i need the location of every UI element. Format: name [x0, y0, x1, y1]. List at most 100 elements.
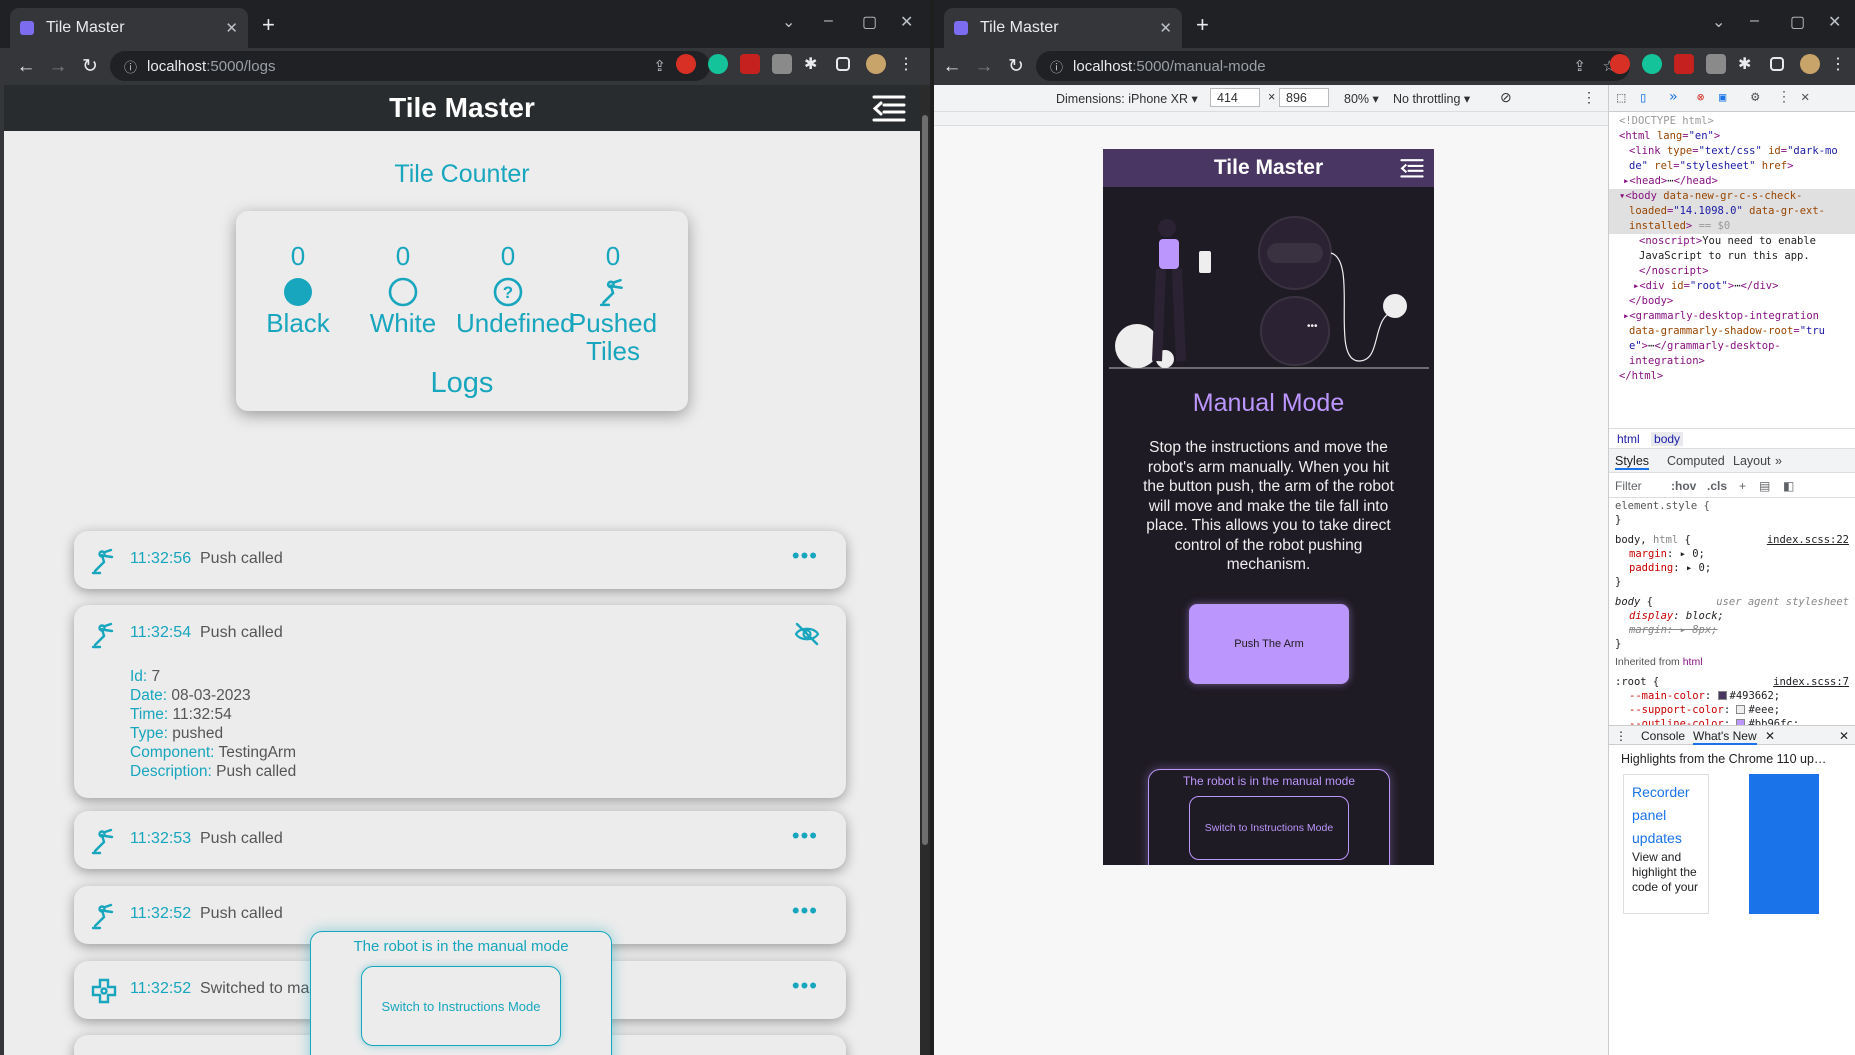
- push-arm-button[interactable]: Push The Arm: [1189, 604, 1349, 684]
- minimize-icon[interactable]: –: [824, 12, 833, 30]
- device-select[interactable]: Dimensions: iPhone XR ▾: [1056, 91, 1198, 106]
- switch-instructions-button[interactable]: Switch to Instructions Mode: [1189, 796, 1349, 860]
- close-tab-icon[interactable]: ✕: [225, 19, 238, 37]
- link-line[interactable]: <link type="text/css" id="dark-mo: [1619, 144, 1855, 159]
- news-link[interactable]: Recorder: [1632, 781, 1700, 804]
- device-menu-icon[interactable]: ⋮: [1582, 89, 1596, 106]
- zoom-select[interactable]: 80% ▾: [1344, 91, 1379, 106]
- menu-icon[interactable]: [1400, 157, 1424, 179]
- more-icon[interactable]: •••: [792, 898, 818, 924]
- tab-whats-new[interactable]: What's New: [1693, 729, 1757, 745]
- extension-icon[interactable]: [1610, 54, 1630, 74]
- tab-layout[interactable]: Layout: [1733, 454, 1771, 468]
- share-icon[interactable]: ⇪: [653, 57, 666, 75]
- cls-toggle[interactable]: .cls: [1707, 479, 1727, 493]
- puzzle-icon[interactable]: ✱: [1738, 54, 1758, 74]
- close-window-icon[interactable]: ✕: [900, 12, 913, 32]
- browser-tab[interactable]: Tile Master ✕: [10, 8, 248, 48]
- paint-icon[interactable]: ▤: [1759, 479, 1770, 493]
- grammarly-icon[interactable]: [1642, 54, 1662, 74]
- news-card[interactable]: Recorder panel updates View and highligh…: [1623, 774, 1709, 914]
- inspect-icon[interactable]: ⬚: [1617, 90, 1625, 106]
- site-info-icon[interactable]: ⓘ: [124, 57, 137, 76]
- maximize-icon[interactable]: ▢: [1790, 12, 1805, 32]
- tab-search-icon[interactable]: ⌄: [1712, 12, 1725, 32]
- scrollbar[interactable]: [920, 85, 930, 1055]
- maximize-icon[interactable]: ▢: [862, 12, 877, 32]
- close-drawer-icon[interactable]: ✕: [1839, 729, 1849, 743]
- reload-icon[interactable]: ↻: [74, 55, 106, 78]
- head-line[interactable]: ▸<head>⋯</head>: [1619, 174, 1855, 189]
- more-tabs-icon[interactable]: »: [1775, 454, 1782, 468]
- site-info-icon[interactable]: ⓘ: [1050, 57, 1063, 76]
- share-icon[interactable]: ⇪: [1573, 57, 1586, 75]
- width-input[interactable]: 414: [1210, 88, 1260, 107]
- address-bar[interactable]: ⓘ localhost:5000/logs ⇪ ☆: [110, 51, 710, 81]
- new-tab-icon[interactable]: +: [1196, 12, 1209, 38]
- errors-icon[interactable]: ⊗: [1697, 90, 1704, 104]
- breadcrumb-html[interactable]: html: [1617, 432, 1640, 446]
- tab-search-icon[interactable]: ⌄: [782, 12, 795, 32]
- kebab-menu-icon[interactable]: ⋮: [1830, 54, 1850, 74]
- menu-icon[interactable]: [872, 93, 906, 123]
- throttling-select[interactable]: No throttling ▾: [1393, 91, 1470, 106]
- html-line[interactable]: <html lang="en">: [1619, 129, 1855, 144]
- puzzle-icon[interactable]: ✱: [804, 54, 824, 74]
- extension-icon[interactable]: [1706, 54, 1726, 74]
- log-entry[interactable]: 11:32:56 Push called •••: [74, 531, 846, 589]
- settings-gear-icon[interactable]: ⚙: [1751, 89, 1759, 105]
- devtools-menu-icon[interactable]: ⋮: [1777, 89, 1791, 105]
- more-icon[interactable]: •••: [792, 543, 818, 569]
- breadcrumb-body[interactable]: body: [1651, 432, 1684, 446]
- side-panel-icon[interactable]: [1770, 57, 1784, 71]
- switch-instructions-button[interactable]: Switch to Instructions Mode: [361, 966, 561, 1046]
- kebab-menu-icon[interactable]: ⋮: [898, 54, 918, 74]
- forward-icon[interactable]: →: [42, 56, 74, 78]
- more-icon[interactable]: •••: [792, 973, 818, 999]
- height-input[interactable]: 896: [1279, 88, 1329, 107]
- add-rule-icon[interactable]: +: [1739, 479, 1746, 493]
- back-icon[interactable]: ←: [936, 56, 968, 78]
- issues-icon[interactable]: ▣: [1719, 90, 1726, 104]
- drawer-menu-icon[interactable]: ⋮: [1615, 729, 1627, 743]
- close-window-icon[interactable]: ✕: [1828, 12, 1841, 32]
- eye-off-icon[interactable]: [794, 621, 820, 647]
- more-tabs-icon[interactable]: »: [1669, 89, 1677, 105]
- filter-input[interactable]: Filter: [1615, 479, 1642, 493]
- extension-icon[interactable]: [740, 54, 760, 74]
- back-icon[interactable]: ←: [10, 56, 42, 78]
- avatar[interactable]: [1800, 54, 1820, 74]
- reload-icon[interactable]: ↻: [1000, 55, 1032, 78]
- rotate-icon[interactable]: ⊘: [1500, 89, 1512, 106]
- news-link[interactable]: panel: [1632, 804, 1700, 827]
- sidebar-toggle-icon[interactable]: ◧: [1783, 479, 1794, 493]
- grammarly-icon[interactable]: [708, 54, 728, 74]
- more-icon[interactable]: •••: [792, 823, 818, 849]
- tab-computed[interactable]: Computed: [1667, 454, 1725, 468]
- device-toggle-icon[interactable]: ▯: [1639, 90, 1647, 106]
- tab-console[interactable]: Console: [1641, 729, 1685, 743]
- new-tab-icon[interactable]: +: [262, 12, 275, 38]
- address-bar[interactable]: ⓘ localhost:5000/manual-mode ⇪ ☆: [1036, 51, 1630, 81]
- side-panel-icon[interactable]: [836, 57, 850, 71]
- avatar[interactable]: [866, 54, 886, 74]
- root-div-line[interactable]: ▸<div id="root">⋯</div>: [1619, 279, 1855, 294]
- extension-icon[interactable]: [676, 54, 696, 74]
- log-entry[interactable]: 11:32:53 Push called •••: [74, 811, 846, 869]
- minimize-icon[interactable]: –: [1750, 12, 1759, 30]
- grammarly-line[interactable]: ▸<grammarly-desktop-integration: [1619, 309, 1855, 324]
- body-line[interactable]: ▾<body data-new-gr-c-s-check-: [1609, 189, 1855, 204]
- extension-icon[interactable]: [772, 54, 792, 74]
- forward-icon[interactable]: →: [968, 56, 1000, 78]
- log-entry-expanded[interactable]: 11:32:54 Push called Id: 7 Date: 08-03-2…: [74, 605, 846, 798]
- tab-styles[interactable]: Styles: [1615, 454, 1650, 470]
- news-link[interactable]: updates: [1632, 827, 1700, 850]
- hov-toggle[interactable]: :hov: [1671, 479, 1696, 493]
- noscript-line[interactable]: <noscript>You need to enable JavaScript …: [1619, 234, 1855, 264]
- browser-tab[interactable]: Tile Master ✕: [944, 8, 1182, 48]
- close-tab-icon[interactable]: ✕: [1159, 19, 1172, 37]
- scrollbar-thumb[interactable]: [922, 115, 928, 845]
- close-devtools-icon[interactable]: ✕: [1801, 89, 1809, 105]
- close-tab-icon[interactable]: ✕: [1765, 729, 1775, 743]
- extension-icon[interactable]: [1674, 54, 1694, 74]
